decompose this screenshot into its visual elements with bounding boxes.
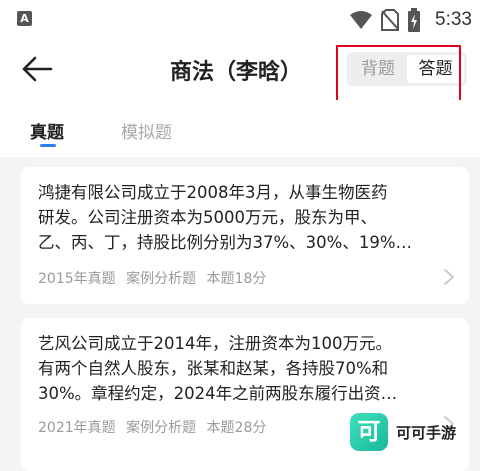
highlight-box <box>336 45 461 104</box>
status-bar: A 5:33 <box>0 0 480 40</box>
tab-indicator <box>40 144 56 147</box>
tab-real-exam[interactable]: 真题 <box>30 118 64 143</box>
chevron-right-icon <box>444 269 454 285</box>
question-text: 艺风公司成立于2014年，注册资本为100万元。 有两个自然人股东，张某和赵某，… <box>38 334 398 403</box>
no-sim-icon <box>381 9 400 31</box>
wifi-icon <box>350 11 373 29</box>
watermark-logo: 可 <box>350 413 388 451</box>
question-year: 2015年真题 <box>38 271 116 287</box>
question-type: 案例分析题 <box>126 420 197 436</box>
question-year: 2021年真题 <box>38 420 116 436</box>
question-meta: 2021年真题 案例分析题 本题28分 <box>38 417 272 437</box>
question-card[interactable]: 鸿捷有限公司成立于2008年3月，从事生物医药 研发。公司注册资本为5000万元… <box>21 167 469 304</box>
status-icons: 5:33 <box>349 8 472 32</box>
watermark-text: 可可手游 <box>396 424 457 442</box>
question-text: 鸿捷有限公司成立于2008年3月，从事生物医药 研发。公司注册资本为5000万元… <box>38 183 413 252</box>
question-type: 案例分析题 <box>126 271 197 287</box>
clock: 5:33 <box>435 9 472 30</box>
watermark: 可 可可手游 <box>346 409 476 455</box>
question-score: 本题28分 <box>206 420 267 436</box>
question-score: 本题18分 <box>206 271 267 287</box>
app-notification-icon: A <box>17 11 32 26</box>
question-meta: 2015年真题 案例分析题 本题18分 <box>38 268 272 288</box>
tab-bar: 真题 模拟题 <box>0 100 480 157</box>
battery-charging-icon <box>408 8 421 32</box>
tab-mock-exam[interactable]: 模拟题 <box>121 118 172 143</box>
